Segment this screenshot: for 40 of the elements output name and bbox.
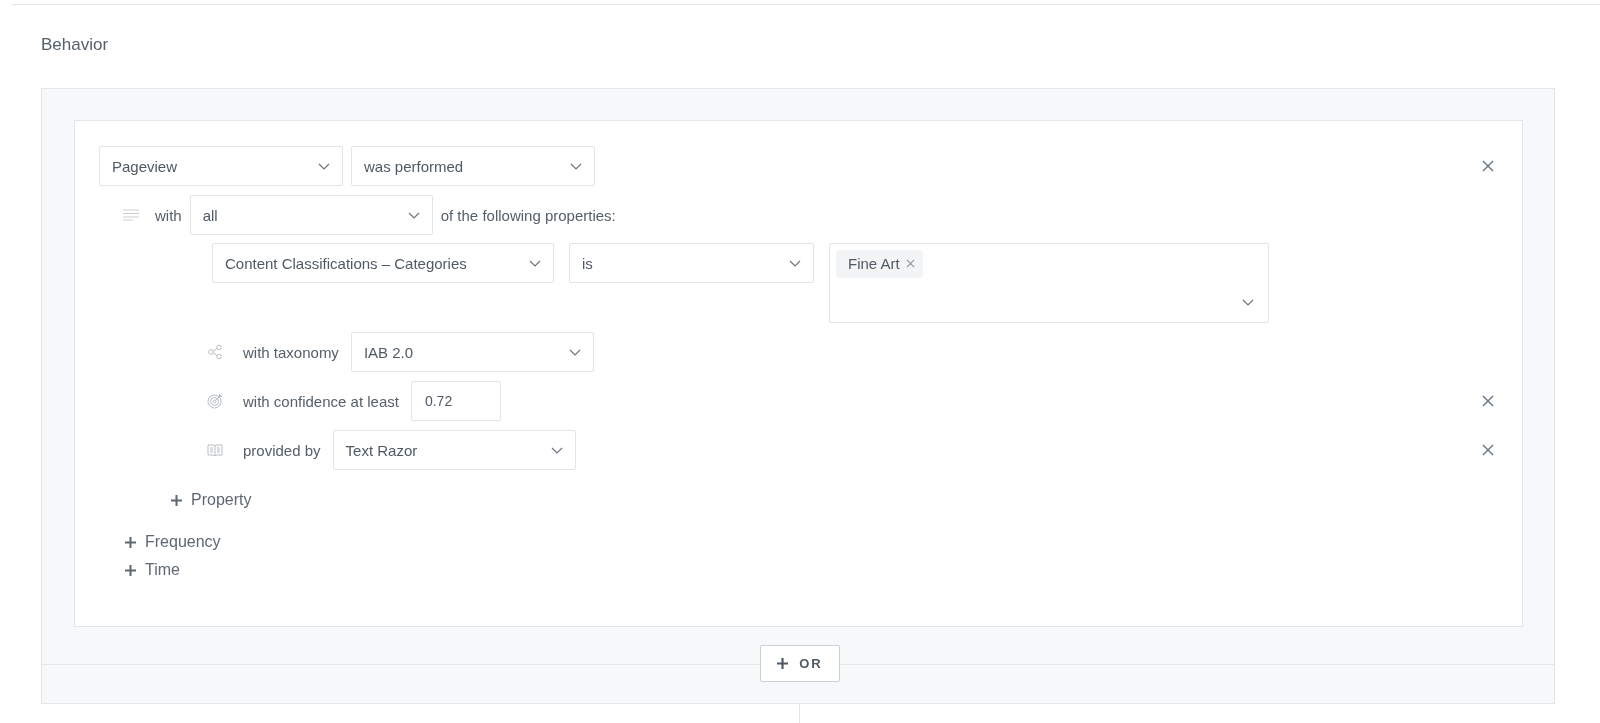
plus-icon (125, 536, 136, 548)
values-field[interactable]: Fine Art (829, 243, 1269, 323)
chevron-icon (570, 162, 582, 170)
event-select[interactable]: Pageview (99, 146, 343, 186)
close-icon[interactable] (1482, 160, 1494, 172)
share-icon (207, 344, 223, 360)
plus-icon (171, 494, 182, 506)
chevron-icon (789, 259, 801, 267)
comparison-select[interactable]: is (569, 243, 814, 283)
section-title: Behavior (41, 34, 110, 56)
plus-icon (777, 658, 789, 669)
operator-select[interactable]: was performed (351, 146, 595, 186)
add-link[interactable]: Frequency (125, 533, 221, 551)
chevron-icon (318, 162, 330, 170)
close-icon[interactable] (1482, 395, 1494, 407)
chevron-icon (1242, 299, 1254, 306)
remove-icon[interactable] (905, 259, 915, 268)
add-link[interactable]: Time (125, 561, 180, 579)
properties-label: of the following properties: (440, 206, 616, 224)
with-label: with (155, 206, 182, 224)
or-button[interactable]: OR (760, 645, 840, 682)
match-select[interactable]: all (189, 195, 433, 235)
property-select[interactable]: Content Classifications – Categories (212, 243, 554, 283)
qualifier-label: with taxonomy (243, 343, 339, 361)
chevron-icon (550, 446, 563, 454)
qualifier-label: provided by (243, 441, 321, 459)
chevron-icon (529, 259, 541, 267)
chevron-icon (568, 348, 581, 356)
qualifier-select[interactable]: IAB 2.0 (350, 332, 594, 372)
qualifier-label: with confidence at least (243, 392, 399, 410)
chevron-icon (407, 211, 420, 219)
tag-text: Fine Art (848, 255, 900, 272)
book-icon (207, 442, 223, 458)
add-property-link[interactable]: Property (171, 491, 252, 509)
plus-icon (125, 564, 136, 576)
qualifier-select[interactable]: Text Razor (332, 430, 576, 470)
target-icon (207, 393, 223, 409)
confidence-field[interactable]: 0.72 (410, 381, 501, 421)
lines-icon (123, 209, 139, 221)
close-icon[interactable] (1482, 444, 1494, 456)
